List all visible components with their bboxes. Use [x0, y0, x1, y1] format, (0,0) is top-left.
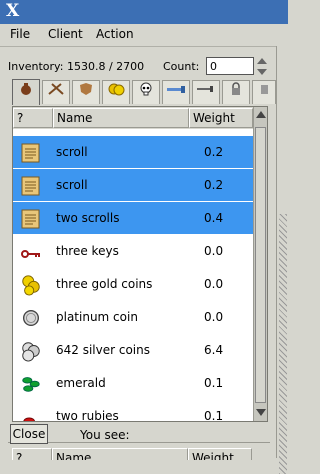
col-weight[interactable]: Weight — [189, 108, 253, 128]
table-row[interactable]: platinum coin 0.0 — [13, 301, 253, 333]
x-window-icon[interactable]: X — [6, 1, 19, 21]
tab-lantern[interactable] — [252, 80, 276, 104]
scroll-down-icon[interactable] — [256, 409, 266, 416]
item-name: platinum coin — [56, 310, 138, 324]
table-row[interactable]: two rubies 0.1 — [13, 400, 253, 422]
item-weight: 0.0 — [204, 310, 224, 324]
inventory-list[interactable]: ? Name Weight scroll 0.2 scroll 0.2 two … — [12, 106, 268, 422]
table-row[interactable]: three gold coins 0.0 — [13, 268, 253, 300]
gold-icon — [108, 83, 125, 96]
count-input[interactable] — [206, 57, 254, 75]
close-button[interactable]: Close — [10, 424, 48, 444]
right-panel-edge — [276, 46, 289, 474]
table-row[interactable]: 642 silver coins 6.4 — [13, 334, 253, 366]
item-name: emerald — [56, 376, 106, 390]
inventory-weight: Inventory: 1530.8 / 2700 — [8, 60, 145, 73]
col-weight[interactable]: Weight — [188, 448, 252, 460]
table-row[interactable]: scroll 0.2 — [13, 169, 253, 201]
scroll-icon — [21, 176, 40, 196]
tab-wand[interactable] — [162, 80, 190, 104]
tab-rod[interactable] — [192, 80, 220, 104]
item-weight: 0.1 — [204, 376, 224, 390]
lock-icon — [232, 82, 240, 95]
bag-icon — [21, 83, 31, 95]
col-name[interactable]: Name — [53, 108, 189, 128]
table-row[interactable]: three keys 0.0 — [13, 235, 253, 267]
ruby-icon — [23, 417, 36, 421]
item-weight: 0.4 — [204, 211, 224, 225]
item-name: 642 silver coins — [56, 343, 151, 357]
you-see-label: You see: — [80, 428, 130, 442]
col-flag[interactable]: ? — [13, 108, 53, 128]
count-spinner[interactable] — [256, 57, 268, 77]
armor-icon — [80, 83, 92, 95]
lantern-icon — [261, 85, 268, 94]
scroll-up-icon[interactable] — [256, 111, 266, 118]
wand-icon — [167, 86, 185, 93]
tab-armor[interactable] — [72, 80, 100, 104]
item-name: three gold coins — [56, 277, 153, 291]
resize-hatch[interactable] — [279, 214, 287, 474]
silver-coins-icon — [22, 342, 40, 362]
tab-lock[interactable] — [222, 80, 250, 104]
item-name: two scrolls — [56, 211, 120, 225]
col-flag[interactable]: ? — [12, 448, 52, 460]
ground-table-header: ? Name Weight — [12, 448, 264, 460]
spin-down-icon[interactable] — [257, 69, 267, 75]
col-name[interactable]: Name — [52, 448, 188, 460]
inventory-scrollbar[interactable] — [253, 107, 267, 421]
window-titlebar[interactable]: X — [0, 0, 288, 24]
rod-icon — [197, 86, 213, 92]
emerald-icon — [22, 377, 40, 392]
item-name: scroll — [56, 145, 88, 159]
key-icon — [21, 250, 40, 258]
tab-bag[interactable] — [12, 79, 40, 105]
inventory-table-header: ? Name Weight — [13, 107, 253, 129]
scroll-thumb[interactable] — [255, 127, 266, 403]
item-weight: 6.4 — [204, 343, 224, 357]
menu-file[interactable]: File — [10, 27, 30, 41]
weapons-icon — [48, 83, 64, 95]
item-weight: 0.2 — [204, 178, 224, 192]
skull-icon — [140, 82, 152, 96]
tab-weapons[interactable] — [42, 80, 70, 104]
table-row[interactable]: two scrolls 0.4 — [13, 202, 253, 234]
menu-bar: File Client Action — [0, 24, 288, 47]
menu-action[interactable]: Action — [96, 27, 134, 41]
menu-client[interactable]: Client — [48, 27, 83, 41]
inventory-tabs — [12, 79, 288, 105]
item-weight: 0.2 — [204, 145, 224, 159]
scroll-icon — [21, 143, 40, 163]
spin-up-icon[interactable] — [257, 58, 267, 64]
item-name: two rubies — [56, 409, 119, 422]
item-name: three keys — [56, 244, 119, 258]
gold-coins-icon — [22, 275, 40, 296]
tab-skull[interactable] — [132, 80, 160, 104]
item-weight: 0.0 — [204, 277, 224, 291]
count-label: Count: — [163, 60, 200, 73]
table-row[interactable]: scroll 0.2 — [13, 136, 253, 168]
item-weight: 0.0 — [204, 244, 224, 258]
table-row[interactable]: emerald 0.1 — [13, 367, 253, 399]
platinum-coin-icon — [22, 309, 40, 327]
item-name: scroll — [56, 178, 88, 192]
scroll-icon — [21, 209, 40, 229]
item-weight: 0.1 — [204, 409, 224, 422]
tab-gold[interactable] — [102, 80, 130, 104]
